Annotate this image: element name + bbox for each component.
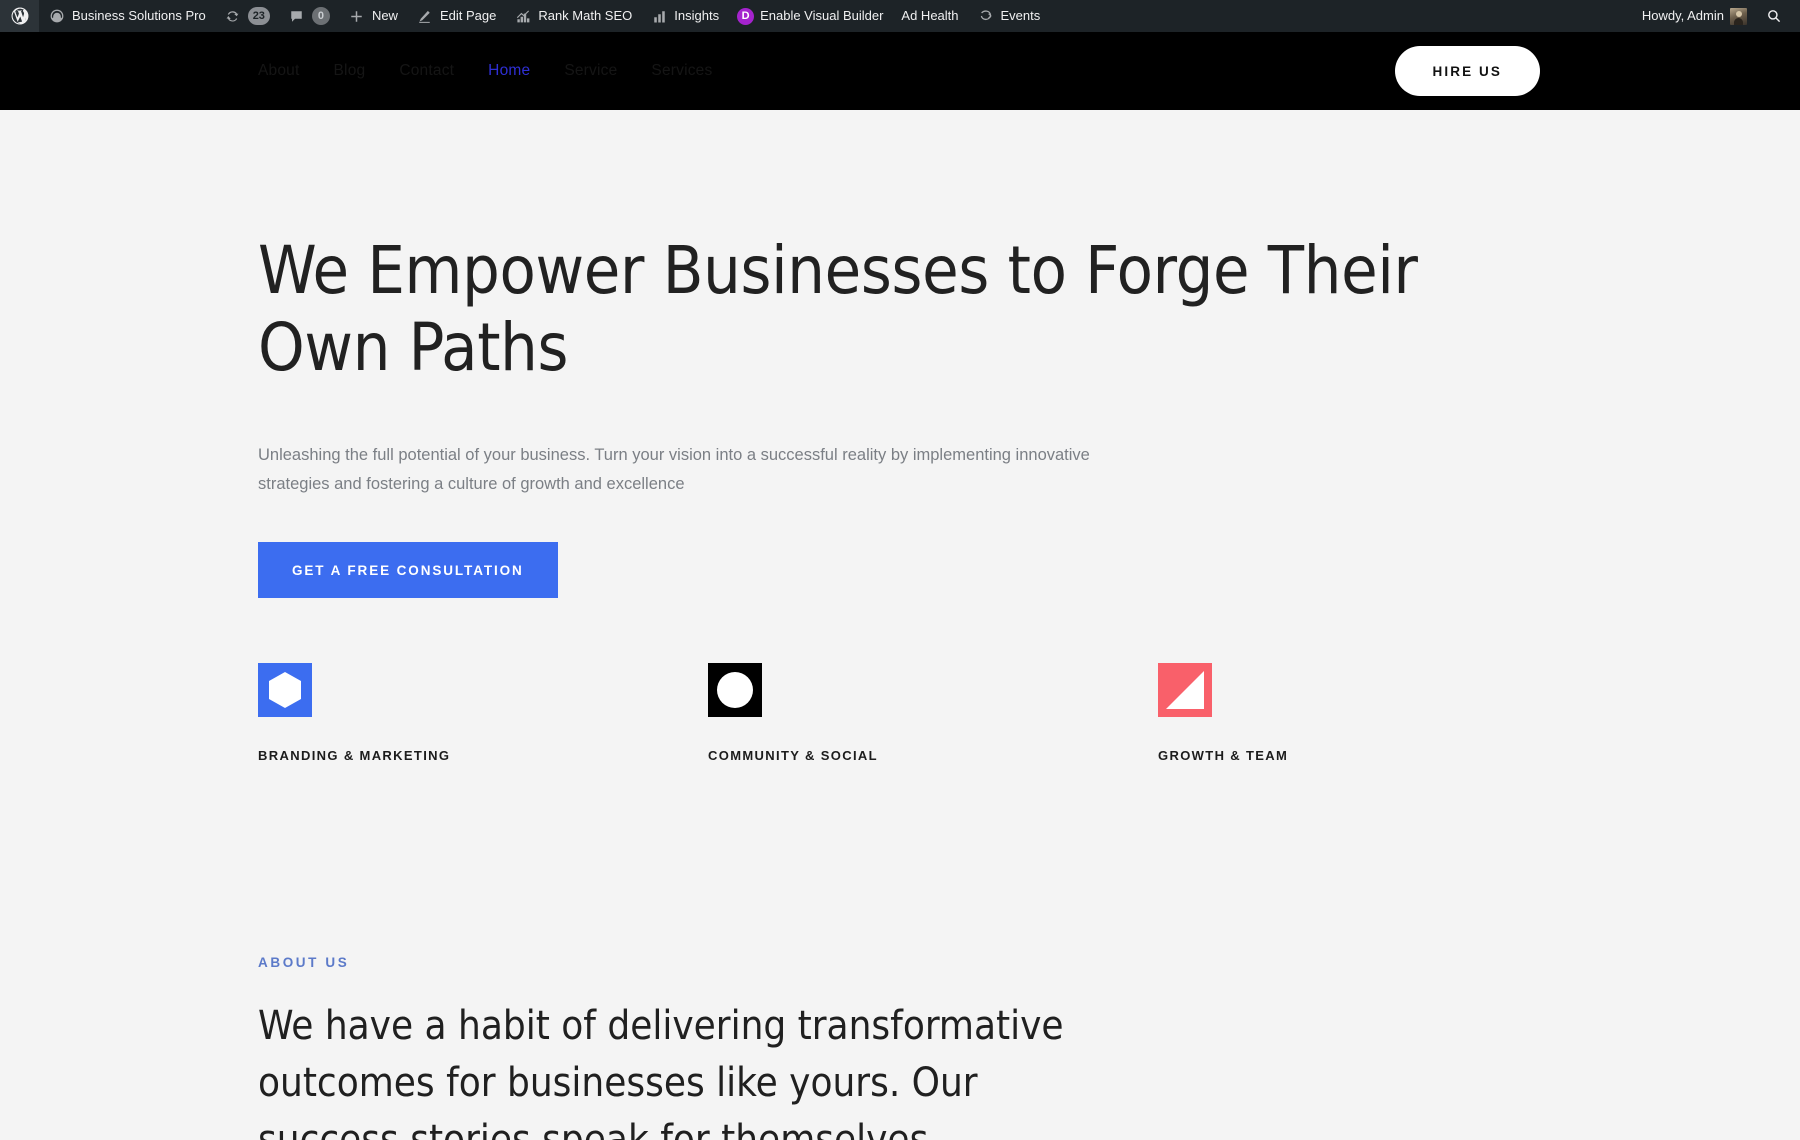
circle-badge-icon — [708, 663, 762, 718]
search-icon — [1765, 7, 1783, 25]
comment-icon — [288, 7, 306, 25]
plus-icon — [348, 7, 366, 25]
admin-bar-my-account[interactable]: Howdy, Admin — [1633, 0, 1756, 32]
admin-bar-left-group: Business Solutions Pro 23 0 New Edit Pag… — [0, 0, 1049, 32]
admin-bar-rank-math-seo-label: Rank Math SEO — [538, 8, 633, 23]
admin-bar-updates-count: 23 — [247, 7, 270, 25]
admin-bar-search[interactable] — [1756, 0, 1792, 32]
feature-item-branding-marketing: BRANDING & MARKETING — [258, 663, 708, 763]
nav-link-about[interactable]: About — [258, 63, 317, 79]
feature-list: BRANDING & MARKETING COMMUNITY & SOCIAL … — [258, 663, 1558, 763]
get-free-consultation-button[interactable]: GET A FREE CONSULTATION — [258, 542, 558, 599]
feature-item-community-social: COMMUNITY & SOCIAL — [708, 663, 1158, 763]
admin-bar-visual-builder-label: Enable Visual Builder — [760, 8, 884, 23]
admin-bar-right-group: Howdy, Admin — [1633, 0, 1800, 32]
about-title: We have a habit of delivering transforma… — [258, 1003, 1064, 1140]
hexagon-badge-icon — [258, 663, 312, 718]
avatar — [1730, 7, 1747, 25]
admin-bar-visual-builder[interactable]: D Enable Visual Builder — [728, 0, 892, 32]
wp-admin-bar: Business Solutions Pro 23 0 New Edit Pag… — [0, 0, 1800, 32]
admin-bar-insights-label: Insights — [674, 8, 720, 23]
page-content: We Empower Businesses to Forge Their Own… — [0, 110, 1800, 1140]
nav-link-blog[interactable]: Blog — [317, 63, 383, 79]
dashboard-icon — [48, 7, 66, 25]
divi-d-icon: D — [737, 7, 755, 25]
admin-bar-site-name[interactable]: Business Solutions Pro — [39, 0, 215, 32]
admin-bar-new-content-label: New — [371, 8, 398, 23]
about-eyebrow: ABOUT US — [258, 955, 350, 971]
page-title: We Empower Businesses to Forge Their Own… — [258, 232, 1418, 387]
admin-bar-wordpress-logo[interactable] — [0, 0, 39, 32]
rank-math-icon — [514, 7, 532, 25]
nav-link-contact[interactable]: Contact — [382, 63, 471, 79]
events-icon — [977, 7, 995, 25]
admin-bar-rank-math-seo[interactable]: Rank Math SEO — [505, 0, 641, 32]
feature-label: COMMUNITY & SOCIAL — [708, 748, 878, 764]
pencil-icon — [416, 7, 434, 25]
hire-us-button[interactable]: HIRE US — [1394, 46, 1540, 96]
admin-bar-comments-count: 0 — [311, 7, 330, 25]
feature-label: GROWTH & TEAM — [1158, 748, 1289, 764]
nav-link-home[interactable]: Home — [471, 63, 547, 79]
feature-label: BRANDING & MARKETING — [258, 748, 451, 764]
admin-bar-updates[interactable]: 23 — [215, 0, 279, 32]
admin-bar-howdy-label: Howdy, Admin — [1641, 8, 1724, 23]
bar-chart-icon — [650, 7, 668, 25]
admin-bar-ad-health-label: Ad Health — [901, 8, 959, 23]
admin-bar-ad-health[interactable]: Ad Health — [892, 0, 967, 32]
triangle-badge-icon — [1158, 663, 1212, 718]
nav-link-services[interactable]: Services — [634, 63, 729, 79]
admin-bar-events-label: Events — [1000, 8, 1041, 23]
admin-bar-insights[interactable]: Insights — [641, 0, 728, 32]
primary-navigation: About Blog Contact Home Service Services — [258, 63, 729, 79]
admin-bar-edit-page-label: Edit Page — [439, 8, 497, 23]
about-section: ABOUT US We have a habit of delivering t… — [258, 955, 1800, 1140]
site-header: About Blog Contact Home Service Services… — [0, 32, 1800, 110]
feature-item-growth-team: GROWTH & TEAM — [1158, 663, 1608, 763]
admin-bar-edit-page[interactable]: Edit Page — [407, 0, 505, 32]
wordpress-icon — [11, 7, 29, 25]
hero-section: We Empower Businesses to Forge Their Own… — [258, 110, 1800, 599]
updates-icon — [224, 7, 242, 25]
nav-link-service[interactable]: Service — [547, 63, 634, 79]
admin-bar-events[interactable]: Events — [968, 0, 1050, 32]
admin-bar-site-name-label: Business Solutions Pro — [72, 8, 206, 23]
hero-subtitle: Unleashing the full potential of your bu… — [258, 446, 1090, 493]
admin-bar-comments[interactable]: 0 — [279, 0, 339, 32]
admin-bar-new-content[interactable]: New — [339, 0, 407, 32]
